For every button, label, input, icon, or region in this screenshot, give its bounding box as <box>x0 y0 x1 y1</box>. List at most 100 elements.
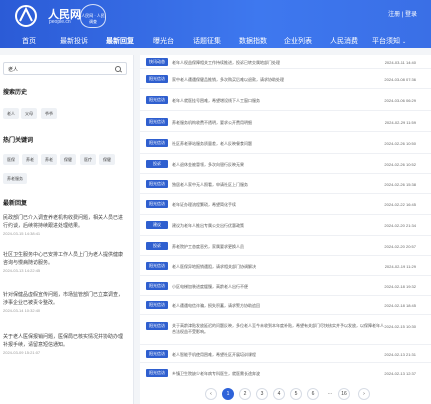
hot-keyword-chip[interactable]: 保健 <box>60 154 76 165</box>
list-item[interactable]: 阳光信访 小区电梯加装进度缓慢，高龄老人出行不便 2024-02-18 19:3… <box>140 276 431 296</box>
list-item-date: 2024-02-18 18:45 <box>384 303 416 308</box>
list-item-date: 2024-02-26 10:50 <box>384 141 416 146</box>
page-button[interactable]: 1 <box>222 388 234 400</box>
survey-badge: 人民网 · 人民调查 <box>80 4 106 28</box>
nav-latest-complaints[interactable]: 最新投诉 <box>60 36 88 46</box>
list-item-tag: 阳光信访 <box>146 282 168 290</box>
page-button[interactable]: 4 <box>273 388 285 400</box>
list-item-date: 2024-02-20 21:34 <box>384 223 416 228</box>
hot-keyword-chip[interactable]: 医疗 <box>80 154 96 165</box>
page-button[interactable]: 5 <box>290 388 302 400</box>
nav-home[interactable]: 首页 <box>22 36 36 46</box>
list-item[interactable]: 投诉 老人退休金被冒领，多次向银行反映无果 2024-02-26 10:52 <box>140 154 431 174</box>
recent-reply-text: 社区卫生服务中心已安排工作人员上门为老人提供健康咨询与慢病随访服务。 <box>3 252 124 266</box>
list-item-tag: 阳光信访 <box>146 350 168 358</box>
next-page-button[interactable]: › <box>358 388 370 400</box>
history-chip[interactable]: 老人 <box>3 108 19 119</box>
hot-keyword-chip[interactable]: 养老服务 <box>3 173 27 184</box>
nav-people-consumer[interactable]: 人民消费 <box>330 36 358 46</box>
main-nav: 首页 最新投诉 最新回复 曝光台 话题征集 数据指数 企业列表 人民消费 平台须… <box>0 33 431 48</box>
list-item-tag: 阳光信访 <box>146 139 168 147</box>
login-link[interactable]: 注册 | 登录 <box>388 9 417 18</box>
list-item-title: 养老院护工态度恶劣，家属要求更换人员 <box>172 244 244 249</box>
list-item[interactable]: 阳光信访 独居老人家中无人照看，申请社区上门服务 2024-02-26 15:3… <box>140 174 431 194</box>
list-item-date: 2024-02-13 21:31 <box>384 352 416 357</box>
list-item[interactable]: 阳光信访 老年证办理流程繁琐，希望简化手续 2024-02-22 16:45 <box>140 194 431 215</box>
page-button[interactable]: 2 <box>239 388 251 400</box>
page-ellipsis: ... <box>327 390 333 396</box>
list-item-title: 老人医保异地报销遇阻，请求相关部门协调解决 <box>172 264 256 269</box>
list-item-title: 养老服务机构收费不透明，要求公开费用明细 <box>172 120 252 125</box>
hot-keyword-chip[interactable]: 医保 <box>3 154 19 165</box>
recent-reply-item[interactable]: 关于老人医保报销问题，医保局已核实情况并协助办理补报手续，请留意短信通知。 20… <box>3 334 123 355</box>
list-item-date: 2024-03-11 14:40 <box>384 60 416 65</box>
list-item-title: 小区电梯加装进度缓慢，高龄老人出行不便 <box>172 284 248 289</box>
list-item[interactable]: 阳光信访 老人遭遇电信诈骗，损失积蓄，请求警方协助追回 2024-02-18 1… <box>140 296 431 315</box>
recent-reply-text: 民政部门已介入调查养老机构收费问题，相关人员已进行约谈，后续将持续跟进处理结果。 <box>3 215 124 229</box>
list-item-title: 乡镇卫生院缺少老年病专科医生，就医需长途奔波 <box>172 371 260 376</box>
hot-keyword-chip[interactable]: 养老 <box>41 154 57 165</box>
nav-data-index[interactable]: 数据指数 <box>239 36 267 46</box>
recent-reply-item[interactable]: 社区卫生服务中心已安排工作人员上门为老人提供健康咨询与慢病随访服务。 2024-… <box>3 252 123 273</box>
nav-latest-replies[interactable]: 最新回复 <box>106 36 134 46</box>
recent-replies-title: 最新回复 <box>3 201 28 207</box>
page-button[interactable]: 3 <box>256 388 268 400</box>
list-item[interactable]: 阳光信访 老人医保异地报销遇阻，请求相关部门协调解决 2024-02-19 11… <box>140 256 431 276</box>
sidebar: 老人 搜索历史 老人 父母 爷爷 热门关键词 医保 养老 养老 保健 医疗 保健… <box>0 55 134 404</box>
list-item-date: 2024-02-15 10:30 <box>384 324 416 329</box>
pagination: ‹ 1 2 3 4 5 6 ... 16 › <box>0 386 431 402</box>
nav-platform-notice[interactable]: 平台须知 ⌄ <box>372 36 406 46</box>
list-item-date: 2024-02-26 10:52 <box>384 162 416 167</box>
search-input[interactable]: 老人 <box>3 62 127 75</box>
list-item-tag: 阳光信访 <box>146 369 168 377</box>
hot-keyword-chip[interactable]: 养老 <box>22 154 38 165</box>
list-item-date: 2024-02-18 19:32 <box>384 284 416 289</box>
logo-subtitle: people.cn <box>49 19 71 25</box>
list-item-title: 建议为老年人推出专属公交出行优惠政策 <box>172 223 244 228</box>
nav-topics[interactable]: 话题征集 <box>193 36 221 46</box>
recent-reply-item[interactable]: 民政部门已介入调查养老机构收费问题，相关人员已进行约谈，后续将持续跟进处理结果。… <box>3 215 123 236</box>
list-item-date: 2024-02-20 20:57 <box>384 244 416 249</box>
history-chip[interactable]: 爷爷 <box>41 108 57 119</box>
page-button[interactable]: 6 <box>307 388 319 400</box>
list-item[interactable]: 阳光信访 关于高龄津贴发放延迟的问题反映，多位老人至今未收到本年度补贴，希望有关… <box>140 315 431 345</box>
list-item-date: 2024-02-22 16:45 <box>384 202 416 207</box>
list-item[interactable]: 阳光信访 老年人就医挂号困难，希望增设线下人工窗口服务 2024-03-06 0… <box>140 89 431 111</box>
list-item-tag: 阳光信访 <box>146 75 168 83</box>
page-button[interactable]: 16 <box>338 388 350 400</box>
hot-keyword-chip[interactable]: 保健 <box>99 154 115 165</box>
list-item[interactable]: 阳光信访 老人智能手机使用困难，希望社区开展培训课程 2024-02-13 21… <box>140 345 431 363</box>
nav-company-list[interactable]: 企业列表 <box>284 36 312 46</box>
list-item-tag: 阳光信访 <box>146 301 168 309</box>
nav-platform-notice-label: 平台须知 <box>372 38 400 45</box>
list-item-tag: 阳光信访 <box>146 96 168 104</box>
list-item[interactable]: 阳光信访 养老服务机构收费不透明，要求公开费用明细 2024-02-29 11:… <box>140 111 431 132</box>
list-item-date: 2024-02-19 11:29 <box>384 264 416 269</box>
list-item-title: 老年人权益保障相关工作持续推进，投诉已转交属地部门处理 <box>172 60 280 65</box>
search-history-title: 搜索历史 <box>3 90 28 96</box>
list-item-tag: 阳光信访 <box>146 262 168 270</box>
search-input-value: 老人 <box>8 67 19 73</box>
list-item-title: 关于高龄津贴发放延迟的问题反映，多位老人至今未收到本年度补贴，希望有关部门尽快核… <box>172 323 384 334</box>
history-chip[interactable]: 父母 <box>21 108 37 119</box>
recent-reply-item[interactable]: 针对保健品虚假宣传问题，市场监管部门已立案调查，涉事企业已被责令整改。 2024… <box>3 292 123 313</box>
recent-reply-text: 关于老人医保报销问题，医保局已核实情况并协助办理补报手续，请留意短信通知。 <box>3 334 124 348</box>
list-item-date: 2024-02-29 11:59 <box>384 120 416 125</box>
list-item[interactable]: 阳光信访 社区养老驿站服务质量差，老人反映餐食问题 2024-02-26 10:… <box>140 132 431 154</box>
list-item-title: 老年人就医挂号困难，希望增设线下人工窗口服务 <box>172 98 260 103</box>
list-item[interactable]: 投诉 养老院护工态度恶劣，家属要求更换人员 2024-02-20 20:57 <box>140 236 431 256</box>
list-item-title: 老人退休金被冒领，多次向银行反映无果 <box>172 162 244 167</box>
recent-reply-text: 针对保健品虚假宣传问题，市场监管部门已立案调查，涉事企业已被责令整改。 <box>3 292 124 306</box>
list-item[interactable]: 阳光信访 乡镇卫生院缺少老年病专科医生，就医需长途奔波 2024-02-13 1… <box>140 363 431 383</box>
prev-page-button[interactable]: ‹ <box>205 388 217 400</box>
search-icon[interactable] <box>115 66 121 72</box>
list-item-tag: 快讯动态 <box>146 58 168 66</box>
list-item[interactable]: 阳光信访 家中老人遭遇保健品推销，多次购买后难以退款，请求协助处理 2024-0… <box>140 69 431 89</box>
nav-exposure[interactable]: 曝光台 <box>153 36 174 46</box>
list-item[interactable]: 建议 建议为老年人推出专属公交出行优惠政策 2024-02-20 21:34 <box>140 215 431 236</box>
people-logo-icon[interactable] <box>14 3 48 29</box>
list-item[interactable]: 快讯动态 老年人权益保障相关工作持续推进，投诉已转交属地部门处理 2024-03… <box>140 55 431 69</box>
list-item-date: 2024-03-06 06:29 <box>384 98 416 103</box>
recent-reply-date: 2024-03-09 15:21:07 <box>3 350 41 355</box>
list-item-title: 社区养老驿站服务质量差，老人反映餐食问题 <box>172 141 252 146</box>
